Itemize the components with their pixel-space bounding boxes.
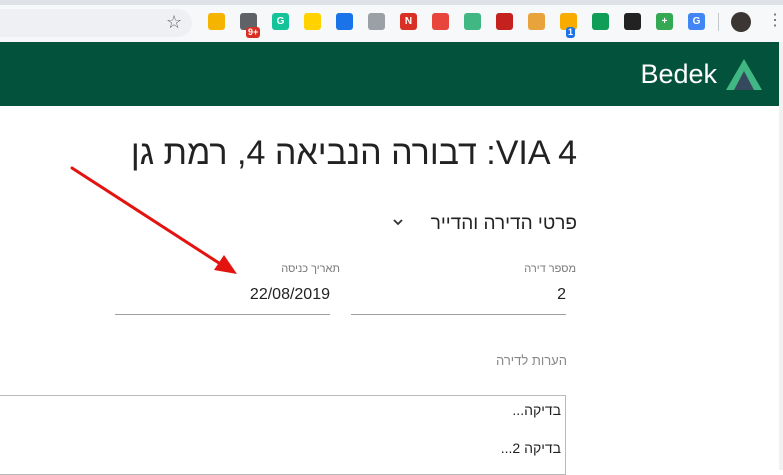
annotation-arrow-icon bbox=[70, 166, 237, 274]
